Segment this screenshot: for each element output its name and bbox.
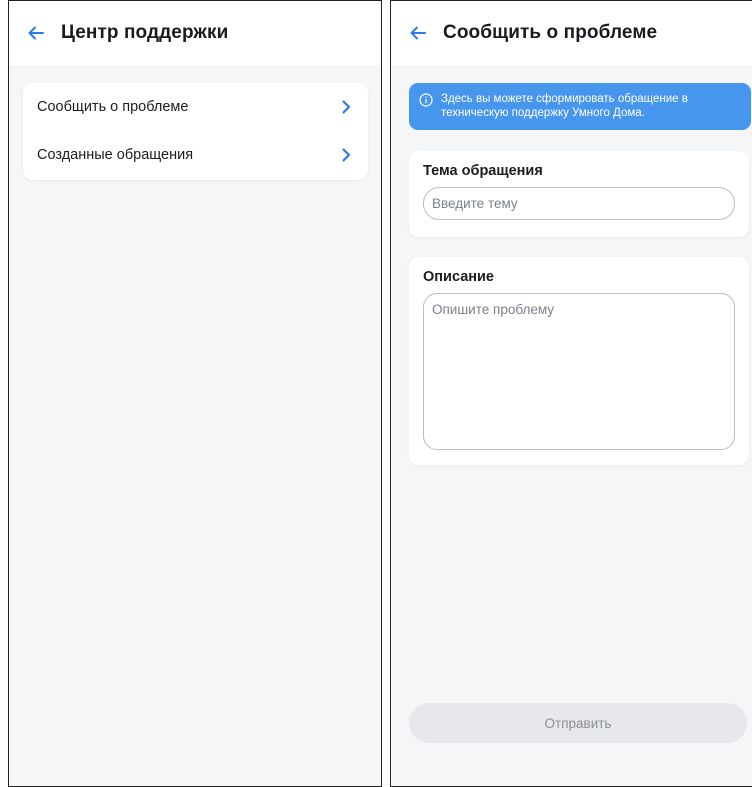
menu-item-label: Созданные обращения xyxy=(37,147,194,163)
topic-label: Тема обращения xyxy=(423,163,543,179)
topic-input[interactable] xyxy=(423,187,735,220)
page-title: Центр поддержки xyxy=(61,22,229,43)
menu-item-created-tickets[interactable]: Созданные обращения xyxy=(23,131,368,179)
report-problem-screen: Сообщить о проблеме Здесь вы можете сфор… xyxy=(390,0,752,787)
header: Центр поддержки xyxy=(9,1,381,65)
submit-button[interactable]: Отправить xyxy=(409,703,747,743)
arrow-left-icon[interactable] xyxy=(23,20,49,46)
menu-item-report-problem[interactable]: Сообщить о проблеме xyxy=(23,83,368,131)
page-title: Сообщить о проблеме xyxy=(443,22,658,43)
arrow-left-icon[interactable] xyxy=(405,20,431,46)
chevron-right-icon xyxy=(340,99,354,115)
topic-card: Тема обращения xyxy=(409,151,749,237)
support-center-screen: Центр поддержки Сообщить о проблеме Созд… xyxy=(8,0,382,787)
info-banner-text: Здесь вы можете сформировать обращение в… xyxy=(441,93,688,119)
chevron-right-icon xyxy=(340,147,354,163)
description-textarea[interactable] xyxy=(423,293,735,450)
description-label: Описание xyxy=(423,269,494,285)
description-card: Описание xyxy=(409,257,749,465)
menu-item-label: Сообщить о проблеме xyxy=(37,99,189,115)
support-menu: Сообщить о проблеме Созданные обращения xyxy=(23,83,368,180)
header: Сообщить о проблеме xyxy=(391,1,752,65)
info-icon xyxy=(419,93,433,107)
info-banner: Здесь вы можете сформировать обращение в… xyxy=(409,83,751,130)
